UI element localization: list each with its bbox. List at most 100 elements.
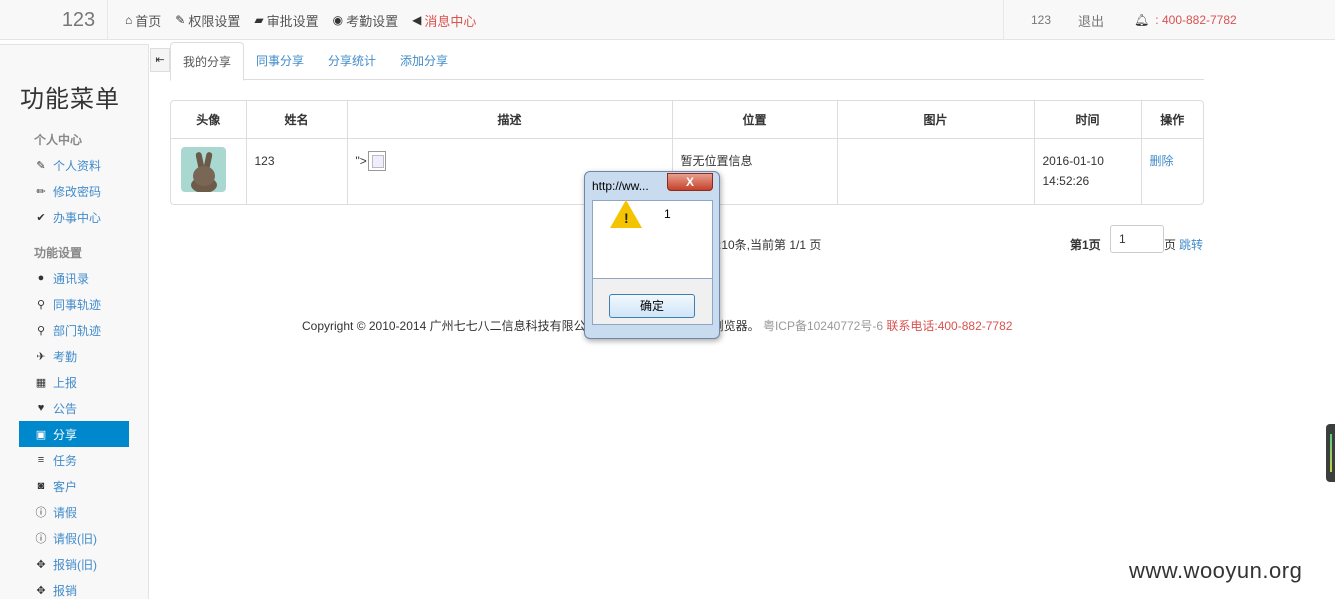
sidebar-item-label: 请假 (53, 505, 78, 520)
nav-right: 123 退出 🔔︎: 400-882-7782 (1003, 0, 1237, 40)
desc-text: "> (355, 153, 367, 168)
sidebar-item-label: 修改密码 (53, 184, 102, 199)
move-icon: ✥ (36, 584, 46, 597)
gift-icon: ▣ (35, 428, 47, 441)
sidebar-toggle-button[interactable]: ⇤ (150, 48, 170, 72)
sidebar-item-report[interactable]: ▦ 上报 (19, 369, 129, 395)
sidebar-item-expense[interactable]: ✥ 报销 (19, 577, 129, 599)
pagination-current: 第1页 (1070, 238, 1101, 252)
dialog-title: http://ww... (592, 179, 649, 193)
sidebar-item-colleague-track[interactable]: ⚲ 同事轨迹 (19, 291, 129, 317)
alert-dialog: http://ww... X ! 1 确定 (584, 171, 720, 339)
page-number-input[interactable] (1110, 225, 1164, 253)
list-icon: ≡ (37, 454, 45, 466)
sidebar-item-label: 报销(旧) (53, 557, 97, 572)
hotline-colon: : (1155, 13, 1159, 27)
nav-label: 首页 (135, 13, 162, 29)
user-name[interactable]: 123 (1031, 13, 1051, 27)
bullhorn-icon: ◀ (412, 13, 422, 27)
sidebar-item-label: 办事中心 (53, 210, 102, 225)
calendar-icon: ▦ (35, 376, 47, 389)
sidebar-item-office[interactable]: ✔ 办事中心 (19, 204, 129, 230)
footer-contact: 联系电话:400-882-7782 (886, 319, 1013, 333)
move-icon: ✥ (36, 558, 46, 571)
nav-label: 考勤设置 (346, 13, 399, 29)
info-sign-icon: ⓘ (35, 507, 47, 519)
sidebar-item-label: 个人资料 (53, 158, 102, 173)
sidebar-item-password[interactable]: ✏ 修改密码 (19, 178, 129, 204)
col-location: 位置 (672, 101, 838, 139)
pagination-jump-link[interactable]: 跳转 (1179, 236, 1203, 253)
map-marker-icon: ⚲ (36, 298, 46, 311)
sidebar-item-label: 报销 (53, 583, 78, 598)
tab-colleague-share[interactable]: 同事分享 (244, 42, 316, 80)
dialog-message: 1 (664, 207, 671, 221)
cell-avatar (171, 138, 247, 204)
sidebar-item-tasks[interactable]: ≡ 任务 (19, 447, 129, 473)
col-avatar: 头像 (171, 101, 247, 139)
nav-approval[interactable]: ▰ 审批设置 (254, 11, 318, 30)
group-personal: 个人中心 (34, 133, 83, 147)
wrench-icon: ✎ (175, 13, 186, 27)
sidebar-item-attendance[interactable]: ✈ 考勤 (19, 343, 129, 369)
brand-logo[interactable]: 123 (0, 0, 108, 40)
sidebar-title: 功能菜单 (20, 85, 120, 113)
scrollbar-handle[interactable] (1326, 424, 1335, 482)
tab-add-share[interactable]: 添加分享 (388, 42, 460, 80)
dialog-ok-button[interactable]: 确定 (609, 294, 695, 318)
top-navbar: 123 ⌂ 首页 ✎ 权限设置 ▰ 审批设置 ◉ 考勤设置 ◀ 消息中心 123 退出 🔔… (0, 0, 1335, 40)
cell-time: 2016-01-10 14:52:26 (1034, 138, 1142, 204)
nav-permissions[interactable]: ✎ 权限设置 (175, 11, 240, 30)
hotline: 🔔︎: 400-882-7782 (1134, 13, 1237, 27)
sidebar-item-label: 公告 (53, 401, 78, 416)
folder-open-icon: ▰ (254, 13, 264, 27)
pushpin-icon: ✈ (36, 350, 46, 363)
dialog-close-button[interactable]: X (667, 173, 713, 191)
sidebar-item-expense-old[interactable]: ✥ 报销(旧) (19, 551, 129, 577)
sidebar-item-leave-old[interactable]: ⓘ 请假(旧) (19, 525, 129, 551)
sidebar-item-customers[interactable]: ◙ 客户 (19, 473, 129, 499)
col-action: 操作 (1141, 101, 1203, 139)
group-functions: 功能设置 (34, 246, 83, 260)
camera-icon: ◙ (37, 480, 45, 492)
heart-icon: ♥ (37, 402, 45, 414)
col-name: 姓名 (246, 101, 348, 139)
sidebar-item-leave[interactable]: ⓘ 请假 (19, 499, 129, 525)
sidebar-item-label: 请假(旧) (53, 531, 97, 546)
avatar[interactable] (181, 146, 226, 192)
sidebar-item-label: 部门轨迹 (53, 323, 102, 338)
tab-share-stats[interactable]: 分享统计 (316, 42, 388, 80)
sidebar-item-label: 同事轨迹 (53, 297, 102, 312)
delete-link[interactable]: 删除 (1150, 154, 1174, 168)
sidebar-item-share[interactable]: ▣ 分享 (19, 421, 129, 447)
sidebar-item-label: 任务 (53, 453, 78, 468)
pagination-info: 示:10条,当前第 1/1 页 (706, 238, 822, 252)
map-marker-icon: ⚲ (36, 324, 46, 337)
pencil-icon: ✏ (36, 185, 46, 198)
sidebar-item-dept-track[interactable]: ⚲ 部门轨迹 (19, 317, 129, 343)
nav-messages[interactable]: ◀ 消息中心 (412, 11, 476, 30)
footer-icp[interactable]: 粤ICP备10240772号-6 (763, 319, 883, 333)
share-tabs: 我的分享 同事分享 分享统计 添加分享 (170, 42, 1204, 81)
main-nav: ⌂ 首页 ✎ 权限设置 ▰ 审批设置 ◉ 考勤设置 ◀ 消息中心 (125, 0, 490, 40)
globe-icon: ◉ (332, 13, 344, 27)
edit-icon: ✎ (36, 159, 46, 172)
sidebar-item-notice[interactable]: ♥ 公告 (19, 395, 129, 421)
tab-my-share[interactable]: 我的分享 (170, 42, 245, 81)
pagination-suffix: 页 (1164, 238, 1177, 252)
broken-image-icon (367, 151, 386, 172)
sidebar-item-label: 分享 (53, 427, 78, 442)
watermark: www.wooyun.org (1129, 558, 1303, 583)
info-sign-icon: ⓘ (35, 533, 47, 545)
logout-link[interactable]: 退出 (1078, 11, 1104, 30)
nav-home[interactable]: ⌂ 首页 (125, 11, 161, 30)
table-header-row: 头像 姓名 描述 位置 图片 时间 操作 (171, 101, 1203, 139)
nav-attendance[interactable]: ◉ 考勤设置 (333, 11, 399, 30)
nav-label: 权限设置 (188, 13, 241, 29)
sidebar-item-profile[interactable]: ✎ 个人资料 (19, 152, 129, 178)
sidebar-item-contacts[interactable]: ● 通讯录 (19, 265, 129, 291)
col-image: 图片 (837, 101, 1035, 139)
col-time: 时间 (1034, 101, 1142, 139)
check-circle-icon: ✔ (36, 211, 46, 224)
time-date: 2016-01-10 (1042, 153, 1104, 168)
